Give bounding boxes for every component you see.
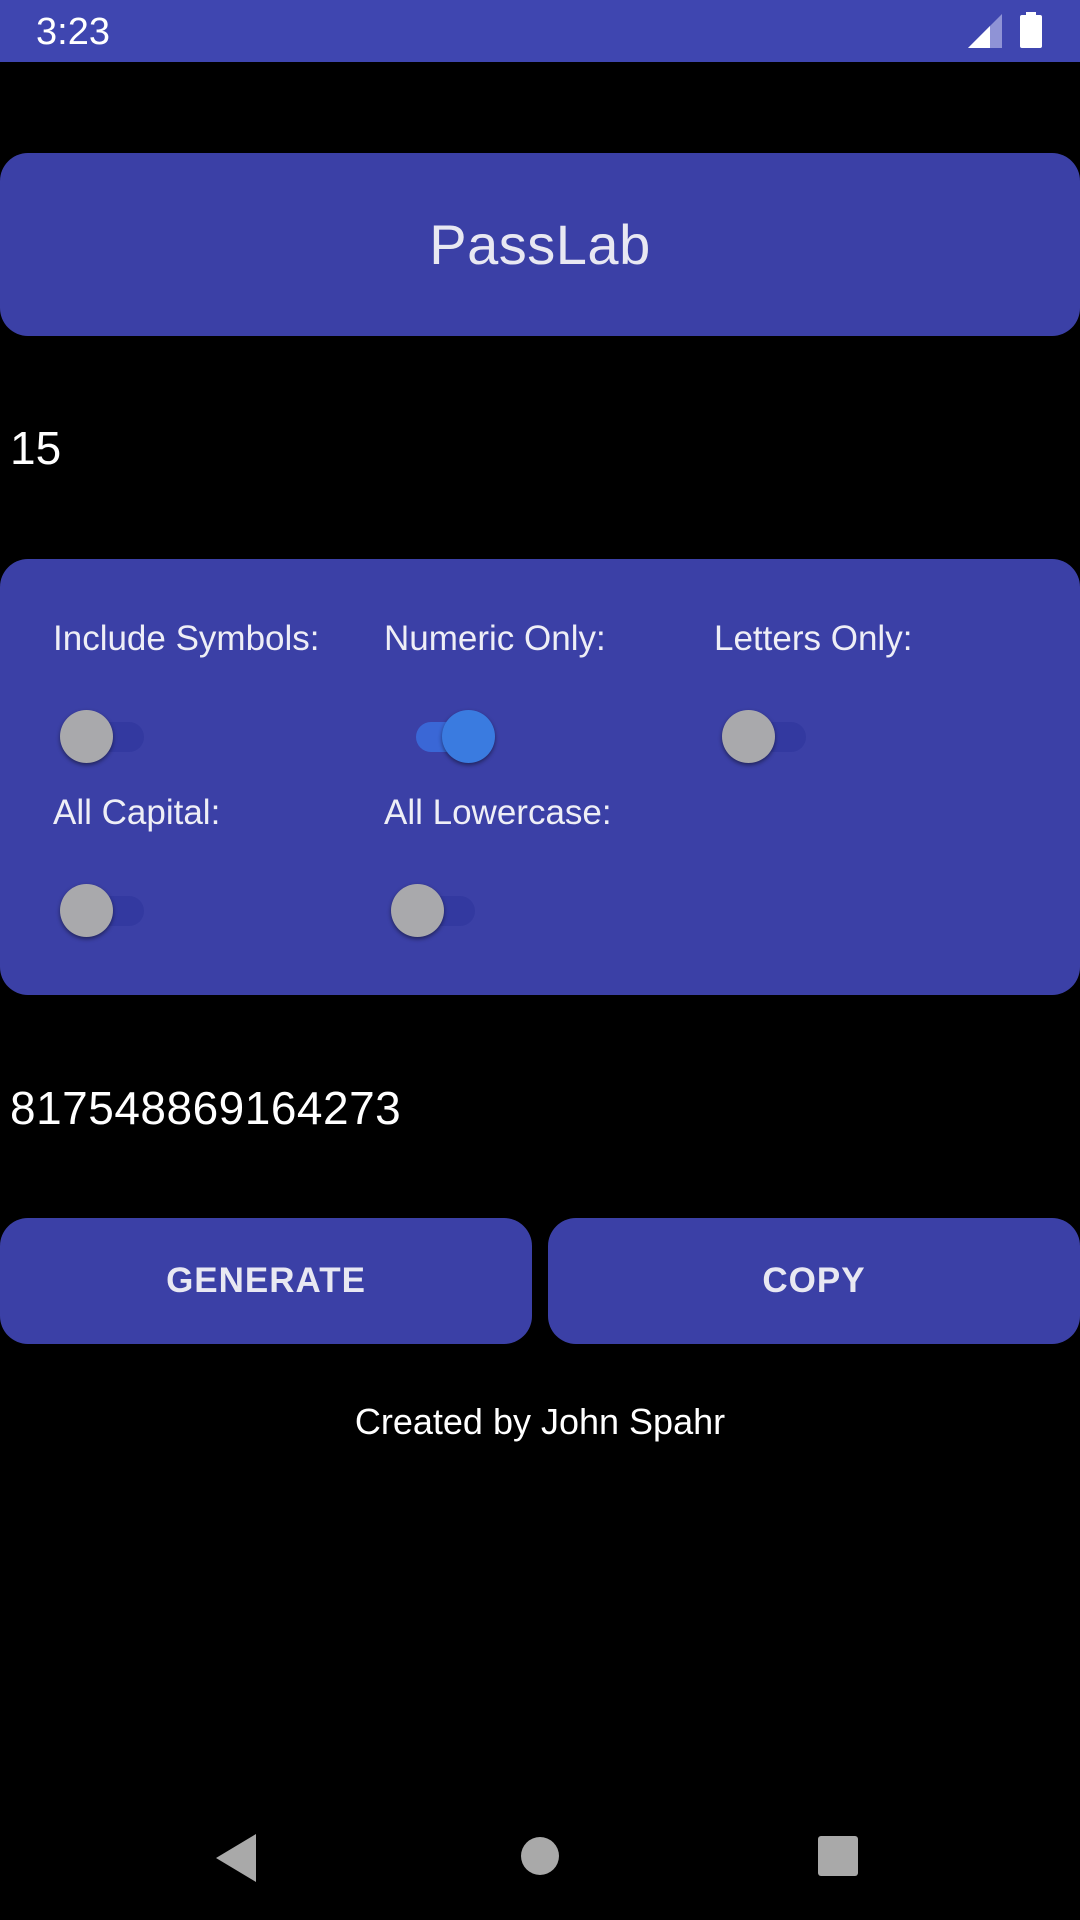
all-lowercase-label: All Lowercase:: [384, 793, 612, 832]
include-symbols-toggle[interactable]: [60, 705, 150, 765]
toggle-thumb: [442, 710, 495, 763]
all-capital-label: All Capital:: [53, 793, 221, 832]
options-panel: Include Symbols: Numeric Only: Letters O…: [0, 559, 1080, 995]
letters-only-toggle[interactable]: [722, 705, 812, 765]
battery-icon: [1020, 12, 1042, 48]
numeric-only-toggle[interactable]: [404, 705, 495, 765]
recents-icon[interactable]: [808, 1830, 868, 1886]
toggle-thumb: [60, 884, 113, 937]
all-capital-toggle[interactable]: [60, 879, 150, 939]
include-symbols-label: Include Symbols:: [53, 619, 320, 658]
generate-button[interactable]: GENERATE: [0, 1218, 532, 1344]
back-icon[interactable]: [208, 1830, 268, 1886]
app-header: PassLab: [0, 153, 1080, 336]
signal-icon: [968, 14, 1002, 48]
numeric-only-label: Numeric Only:: [384, 619, 606, 658]
status-time: 3:23: [36, 11, 110, 53]
copy-button[interactable]: COPY: [548, 1218, 1080, 1344]
generated-password: 817548869164273: [10, 1082, 402, 1134]
password-length-value[interactable]: 15: [10, 420, 61, 476]
all-lowercase-toggle[interactable]: [391, 879, 481, 939]
toggle-thumb: [391, 884, 444, 937]
letters-only-label: Letters Only:: [714, 619, 913, 658]
credit-text: Created by John Spahr: [354, 1401, 726, 1442]
status-bar: 3:23: [0, 0, 1080, 62]
toggle-thumb: [722, 710, 775, 763]
home-icon[interactable]: [510, 1830, 570, 1886]
toggle-thumb: [60, 710, 113, 763]
app-title: PassLab: [429, 213, 651, 276]
screen: 3:23 PassLab 15 Include Symbols: Numeric…: [0, 0, 1080, 1920]
